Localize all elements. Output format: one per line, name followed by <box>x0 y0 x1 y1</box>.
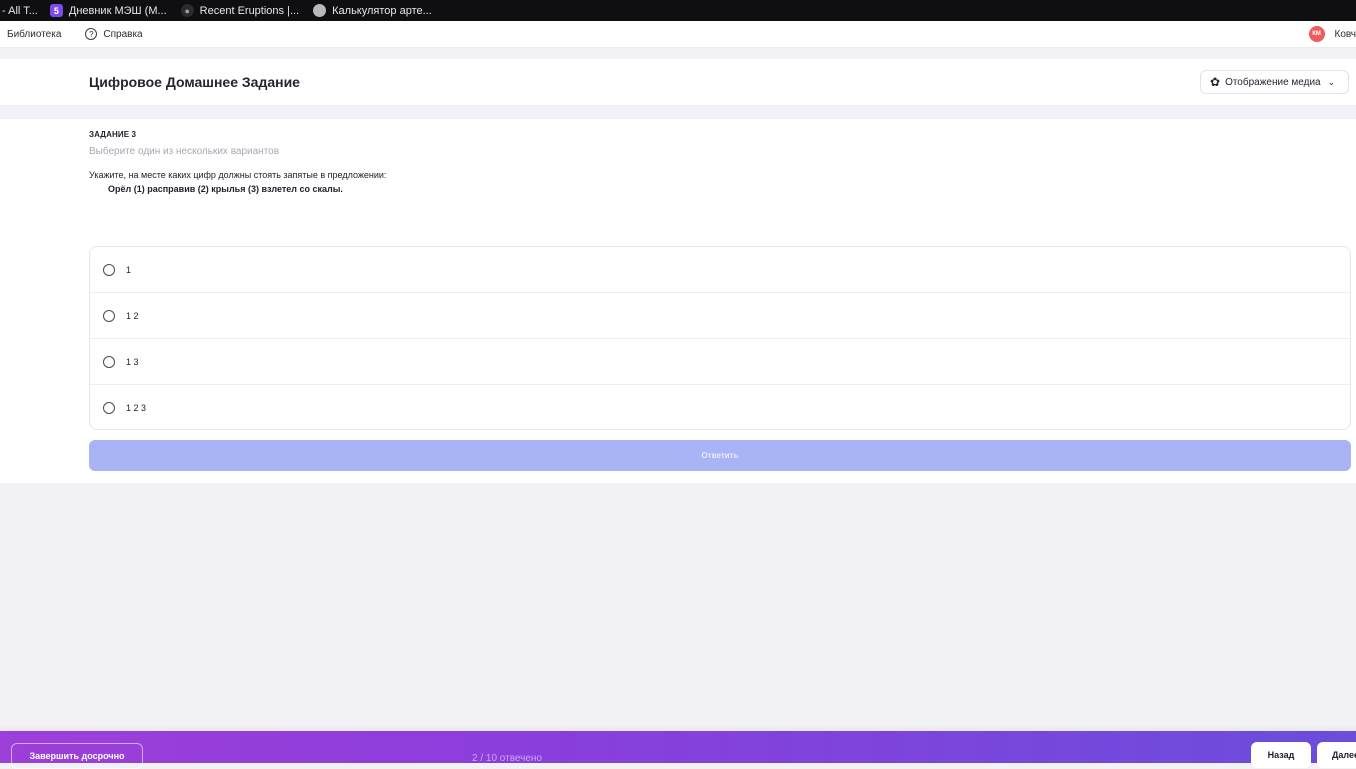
task-number: ЗАДАНИЕ 3 <box>89 130 136 139</box>
bookmark-eruptions[interactable]: ● Recent Eruptions |... <box>180 4 300 17</box>
chevron-down-icon: ⌄ <box>1327 76 1336 87</box>
answer-option[interactable]: 1 2 <box>90 293 1350 339</box>
page-title: Цифровое Домашнее Задание <box>89 74 300 90</box>
flower-icon: ✿ <box>1210 75 1221 89</box>
mesh-5-icon: 5 <box>49 4 63 17</box>
bookmark-label: - All T... <box>2 4 38 17</box>
radio-button[interactable] <box>103 355 115 368</box>
bookmark-label: Recent Eruptions |... <box>199 4 300 17</box>
help-circle-icon: ? <box>85 28 98 40</box>
bookmark-all[interactable]: - All T... <box>2 5 38 17</box>
progress-counter: 2 / 10 отвечено <box>472 753 543 764</box>
bookmark-calculator[interactable]: Калькулятор арте... <box>313 4 432 17</box>
back-button[interactable]: Назад <box>1251 742 1311 768</box>
bookmark-label: Калькулятор арте... <box>332 4 432 17</box>
media-display-label: Отображение медиа <box>1225 76 1321 88</box>
bookmarks-bar: - All T... 5 Дневник МЭШ (М... ● Recent … <box>0 0 1356 21</box>
help-label: Справка <box>103 28 143 40</box>
option-label: 1 <box>126 264 132 275</box>
media-display-dropdown[interactable]: ✿ Отображение медиа ⌄ <box>1200 70 1349 94</box>
next-button[interactable]: Далее <box>1317 742 1356 768</box>
finish-early-button[interactable]: Завершить досрочно <box>11 743 143 769</box>
user-menu[interactable]: КМ Ковч <box>1308 26 1356 42</box>
globe-icon: ● <box>180 4 194 17</box>
option-label: 1 2 <box>126 310 139 321</box>
footer-bar: Завершить досрочно 2 / 10 отвечено Назад… <box>0 731 1356 769</box>
question-card: ЗАДАНИЕ 3 Выберите один из нескольких ва… <box>0 119 1356 483</box>
radio-button[interactable] <box>103 309 115 322</box>
bookmark-label: Дневник МЭШ (М... <box>68 4 167 17</box>
task-hint: Выберите один из нескольких вариантов <box>89 146 280 157</box>
library-link[interactable]: Библиотека <box>7 29 61 40</box>
radio-button[interactable] <box>103 402 115 414</box>
moon-icon <box>313 4 327 17</box>
app-top-bar: Библиотека ? Справка КМ Ковч <box>0 21 1356 48</box>
help-link[interactable]: ? Справка <box>85 28 143 40</box>
option-label: 1 2 3 <box>126 403 147 413</box>
answer-button[interactable]: Ответить <box>89 440 1351 471</box>
radio-button[interactable] <box>103 263 115 276</box>
answer-options: 1 1 2 1 3 1 2 3 <box>89 246 1351 430</box>
task-sentence: Орёл (1) расправив (2) крылья (3) взлете… <box>108 184 343 194</box>
task-question: Укажите, на месте каких цифр должны стоя… <box>89 170 387 180</box>
bookmark-mesh[interactable]: 5 Дневник МЭШ (М... <box>49 4 167 17</box>
option-label: 1 3 <box>126 356 139 367</box>
page-header: Цифровое Домашнее Задание ✿ Отображение … <box>0 59 1356 105</box>
answer-option[interactable]: 1 3 <box>90 339 1350 385</box>
answer-option[interactable]: 1 <box>90 247 1350 293</box>
answer-option[interactable]: 1 2 3 <box>90 385 1350 429</box>
user-name: Ковч <box>1334 28 1356 40</box>
avatar: КМ <box>1308 26 1325 42</box>
